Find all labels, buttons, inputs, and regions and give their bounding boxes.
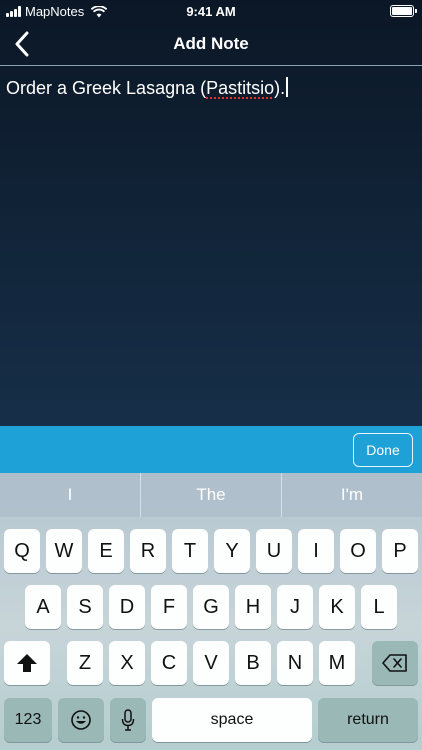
shift-icon	[17, 654, 37, 672]
key-y[interactable]: Y	[214, 529, 250, 573]
suggestion-item[interactable]: I'm	[281, 473, 422, 517]
key-f[interactable]: F	[151, 585, 187, 629]
page-title: Add Note	[173, 34, 249, 53]
status-bar: MapNotes 9:41 AM	[0, 0, 422, 22]
suggestion-item[interactable]: The	[140, 473, 281, 517]
key-o[interactable]: O	[340, 529, 376, 573]
key-z[interactable]: Z	[67, 641, 103, 685]
space-key[interactable]: space	[152, 698, 312, 742]
note-text-area[interactable]: Order a Greek Lasagna (Pastitsio).	[0, 67, 422, 426]
key-g[interactable]: G	[193, 585, 229, 629]
delete-key[interactable]	[372, 641, 418, 685]
key-q[interactable]: Q	[4, 529, 40, 573]
microphone-key[interactable]	[110, 698, 146, 742]
key-l[interactable]: L	[361, 585, 397, 629]
key-b[interactable]: B	[235, 641, 271, 685]
key-r[interactable]: R	[130, 529, 166, 573]
screen: MapNotes 9:41 AM Add Note Order a Greek …	[0, 0, 422, 750]
key-j[interactable]: J	[277, 585, 313, 629]
key-m[interactable]: M	[319, 641, 355, 685]
emoji-icon	[71, 710, 91, 730]
microphone-icon	[121, 709, 135, 731]
status-time: 9:41 AM	[186, 4, 236, 19]
note-text: Order a Greek Lasagna (Pastitsio).	[6, 77, 416, 99]
key-d[interactable]: D	[109, 585, 145, 629]
note-text-before: Order a Greek Lasagna (	[6, 78, 207, 98]
backspace-icon	[382, 654, 407, 672]
done-button[interactable]: Done	[353, 433, 413, 467]
key-w[interactable]: W	[46, 529, 82, 573]
key-c[interactable]: C	[151, 641, 187, 685]
note-text-after: ).	[274, 78, 286, 98]
suggestion-item[interactable]: I	[0, 473, 140, 517]
text-cursor	[286, 77, 289, 97]
return-key[interactable]: return	[318, 698, 418, 742]
nav-bar: Add Note	[0, 22, 422, 66]
key-k[interactable]: K	[319, 585, 355, 629]
key-v[interactable]: V	[193, 641, 229, 685]
predictive-suggestions: I The I'm	[0, 473, 422, 517]
battery-level	[392, 7, 412, 15]
key-u[interactable]: U	[256, 529, 292, 573]
key-a[interactable]: A	[25, 585, 61, 629]
misspelled-word[interactable]: Pastitsio	[206, 78, 274, 98]
numbers-key[interactable]: 123	[4, 698, 52, 742]
battery-icon	[390, 5, 417, 17]
keyboard-accessory-bar: Done	[0, 426, 422, 473]
key-i[interactable]: I	[298, 529, 334, 573]
key-p[interactable]: P	[382, 529, 418, 573]
key-n[interactable]: N	[277, 641, 313, 685]
key-x[interactable]: X	[109, 641, 145, 685]
emoji-key[interactable]	[58, 698, 104, 742]
shift-key[interactable]	[4, 641, 50, 685]
key-h[interactable]: H	[235, 585, 271, 629]
key-s[interactable]: S	[67, 585, 103, 629]
key-e[interactable]: E	[88, 529, 124, 573]
keyboard: I The I'm Q W E R T Y U I O P A S D F G …	[0, 473, 422, 750]
key-t[interactable]: T	[172, 529, 208, 573]
